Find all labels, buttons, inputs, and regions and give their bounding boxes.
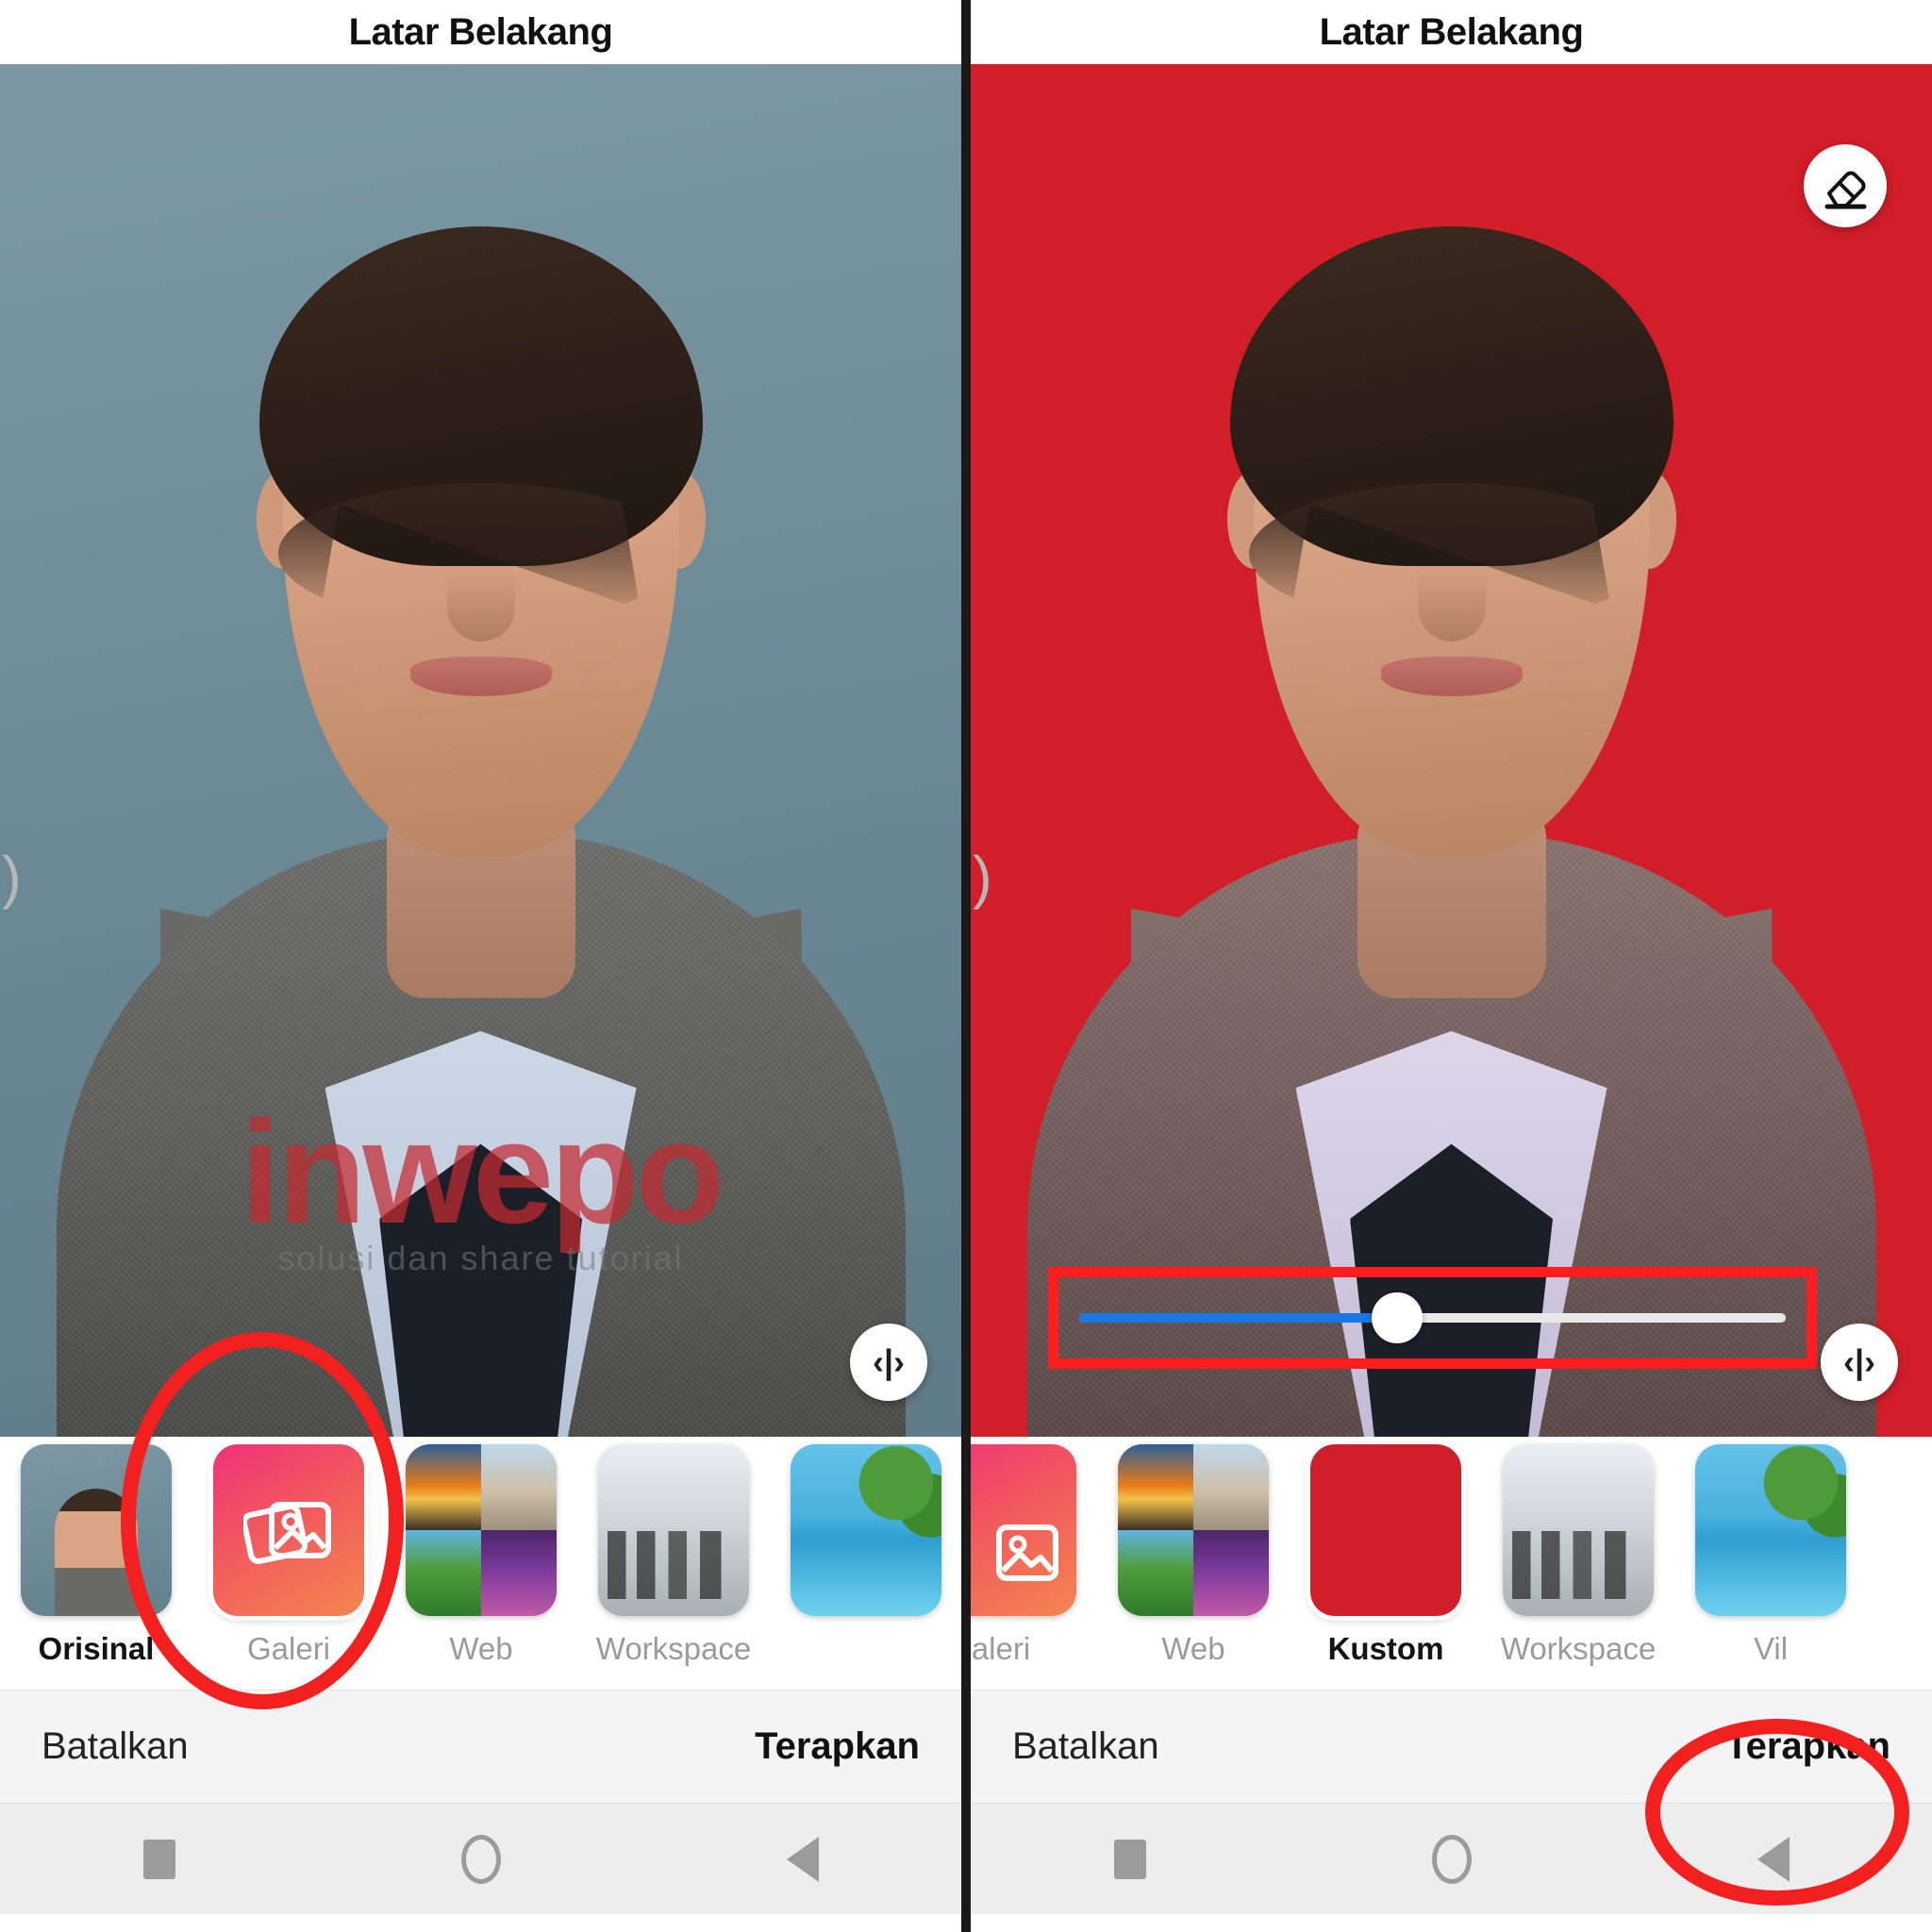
slider-thumb[interactable] <box>1372 1292 1424 1343</box>
hair <box>258 226 703 566</box>
cancel-button[interactable]: Batalkan <box>42 1725 189 1768</box>
thumbnail-item-partial[interactable] <box>770 1444 961 1616</box>
compare-split-icon[interactable]: ‹|› <box>850 1324 927 1401</box>
dual-screenshot-container: Latar Belakang inwepo solusi dan share t… <box>0 0 1932 1932</box>
portrait-thumbnail[interactable] <box>21 1444 172 1616</box>
background-thumbnail-strip-right[interactable]: aleri Web Kustom Workspace Vil <box>971 1437 1932 1690</box>
thumbnail-label: Galeri <box>246 1631 331 1666</box>
eraser-glyph <box>1824 171 1867 209</box>
photo-stage-left: inwepo solusi dan share tutorial ‹|› <box>0 64 961 1437</box>
thumbnail-item-workspace[interactable]: Workspace <box>1482 1444 1674 1667</box>
thumbnail-label: Workspace <box>595 1631 752 1666</box>
villa-thumbnail[interactable] <box>1695 1444 1846 1616</box>
recents-square-icon[interactable] <box>1113 1839 1146 1879</box>
thumbnail-label: Web <box>449 1631 513 1666</box>
screen-right: Latar Belakang ‹|› aleri Web Kustom Work… <box>966 0 1932 1932</box>
android-nav-bar-right <box>971 1803 1932 1914</box>
thumbnail-label: Kustom <box>1327 1631 1444 1666</box>
back-triangle-icon[interactable] <box>786 1836 819 1882</box>
thumbnail-label: Vil <box>1753 1631 1789 1666</box>
gallery-glyph <box>243 1502 331 1564</box>
slider-fill <box>1079 1313 1398 1323</box>
opacity-slider-highlight <box>1048 1267 1817 1369</box>
thumbnail-item-web[interactable]: Web <box>1097 1444 1290 1667</box>
page-title: Latar Belakang <box>1319 10 1584 53</box>
mouth <box>409 657 552 696</box>
villa-thumbnail[interactable] <box>791 1444 941 1616</box>
web-grid-thumbnail[interactable] <box>406 1444 557 1616</box>
gallery-icon[interactable] <box>213 1444 364 1616</box>
edge-glyph-right: ) <box>973 845 992 910</box>
mouth <box>1380 657 1523 696</box>
home-circle-icon[interactable] <box>1431 1834 1472 1884</box>
photo-stage-right: ‹|› <box>971 64 1932 1437</box>
page-title: Latar Belakang <box>348 10 613 53</box>
home-circle-icon[interactable] <box>460 1834 501 1884</box>
gallery-glyph <box>996 1524 1058 1581</box>
screen-left: Latar Belakang inwepo solusi dan share t… <box>0 0 966 1932</box>
portrait-image-original <box>0 64 961 1437</box>
thumbnail-item-orisinal[interactable]: Orisinal <box>0 1444 192 1667</box>
thumbnail-label: aleri <box>971 1631 1031 1666</box>
apply-button[interactable]: Terapkan <box>755 1725 920 1768</box>
title-bar-left: Latar Belakang <box>0 0 961 64</box>
solid-red-swatch[interactable] <box>1310 1444 1461 1616</box>
compare-split-icon[interactable]: ‹|› <box>1821 1324 1898 1401</box>
thumbnail-item-web[interactable]: Web <box>385 1444 577 1667</box>
portrait-image-custom-bg <box>971 64 1932 1437</box>
recents-square-icon[interactable] <box>142 1839 175 1879</box>
thumbnail-label: Workspace <box>1500 1631 1657 1666</box>
web-grid-thumbnail[interactable] <box>1118 1444 1269 1616</box>
action-bar-left: Batalkan Terapkan <box>0 1690 961 1803</box>
slider-track[interactable] <box>1079 1292 1786 1343</box>
edge-glyph-left: ) <box>2 845 22 910</box>
title-bar-right: Latar Belakang <box>971 0 1932 64</box>
workspace-thumbnail[interactable] <box>598 1444 749 1616</box>
android-nav-bar-left <box>0 1803 961 1914</box>
thumbnail-item-galeri[interactable]: Galeri <box>192 1444 385 1667</box>
action-bar-right: Batalkan Terapkan <box>971 1690 1932 1803</box>
thumbnail-item-villa[interactable]: Vil <box>1674 1444 1867 1667</box>
eraser-icon[interactable] <box>1804 144 1887 227</box>
cancel-button[interactable]: Batalkan <box>1012 1725 1159 1768</box>
gallery-icon[interactable] <box>971 1444 1076 1616</box>
thumbnail-item-galeri[interactable]: aleri <box>971 1444 1097 1667</box>
background-thumbnail-strip-left[interactable]: Orisinal Galeri Web Workspace <box>0 1437 961 1690</box>
workspace-thumbnail[interactable] <box>1503 1444 1654 1616</box>
thumbnail-label: Web <box>1161 1631 1225 1666</box>
apply-button[interactable]: Terapkan <box>1725 1725 1890 1768</box>
thumbnail-label: Orisinal <box>38 1631 155 1666</box>
back-triangle-icon[interactable] <box>1757 1836 1790 1882</box>
thumbnail-item-kustom[interactable]: Kustom <box>1290 1444 1482 1667</box>
hair <box>1229 226 1674 566</box>
thumbnail-item-workspace[interactable]: Workspace <box>577 1444 770 1667</box>
